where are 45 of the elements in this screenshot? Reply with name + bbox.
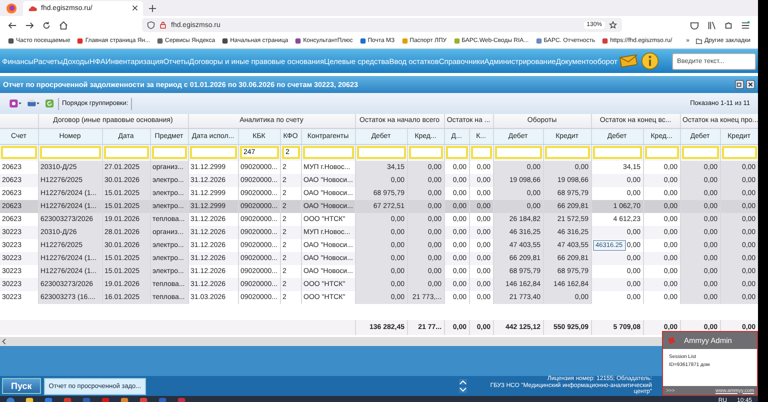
filter-field[interactable] <box>494 146 542 160</box>
folder-icon <box>696 38 702 44</box>
scroll-left-icon[interactable] <box>2 338 7 345</box>
up-arrow-icon[interactable] <box>459 379 468 385</box>
filter-field[interactable] <box>408 146 443 160</box>
filter-field[interactable] <box>40 146 100 160</box>
shield-icon <box>147 21 155 29</box>
info-icon[interactable] <box>641 52 660 70</box>
horizontal-scrollbar[interactable] <box>0 337 662 346</box>
filter-field[interactable] <box>682 146 719 160</box>
restore-icon[interactable] <box>735 80 744 89</box>
close-icon[interactable] <box>746 80 755 89</box>
circle-icon <box>9 99 22 108</box>
home-icon[interactable] <box>59 20 68 30</box>
cloud-icon <box>28 4 37 12</box>
browser-logo-icon <box>6 2 17 14</box>
filter-field[interactable] <box>544 146 590 160</box>
forward-icon[interactable] <box>25 20 34 30</box>
filter-field[interactable] <box>722 146 757 160</box>
lock-icon <box>159 21 167 29</box>
filter-field[interactable] <box>190 146 236 160</box>
back-icon[interactable] <box>8 20 17 30</box>
reload-icon[interactable] <box>42 20 51 30</box>
filter-field[interactable] <box>470 146 492 160</box>
star-icon[interactable] <box>609 21 617 29</box>
filter-field[interactable] <box>592 146 642 160</box>
down-arrow-icon[interactable] <box>459 387 468 393</box>
envelope-icon[interactable] <box>619 54 638 68</box>
start-button[interactable]: Пуск <box>2 378 41 394</box>
printer-icon <box>27 99 40 108</box>
filter-field[interactable] <box>104 146 148 160</box>
refresh-button[interactable] <box>44 98 55 109</box>
library-icon[interactable] <box>707 20 716 30</box>
filter-field[interactable] <box>446 146 468 160</box>
filter-field[interactable] <box>644 146 679 160</box>
filter-field[interactable] <box>1 146 36 160</box>
print-dropdown-button[interactable] <box>26 98 41 109</box>
filter-field[interactable] <box>356 146 406 160</box>
close-icon[interactable] <box>132 5 138 11</box>
refresh-icon <box>45 99 54 108</box>
menu-icon[interactable] <box>741 20 750 30</box>
filter-field[interactable] <box>152 146 186 160</box>
new-tab-icon[interactable] <box>149 4 156 12</box>
add-dropdown-button[interactable] <box>8 98 23 109</box>
filter-field[interactable] <box>302 146 354 160</box>
